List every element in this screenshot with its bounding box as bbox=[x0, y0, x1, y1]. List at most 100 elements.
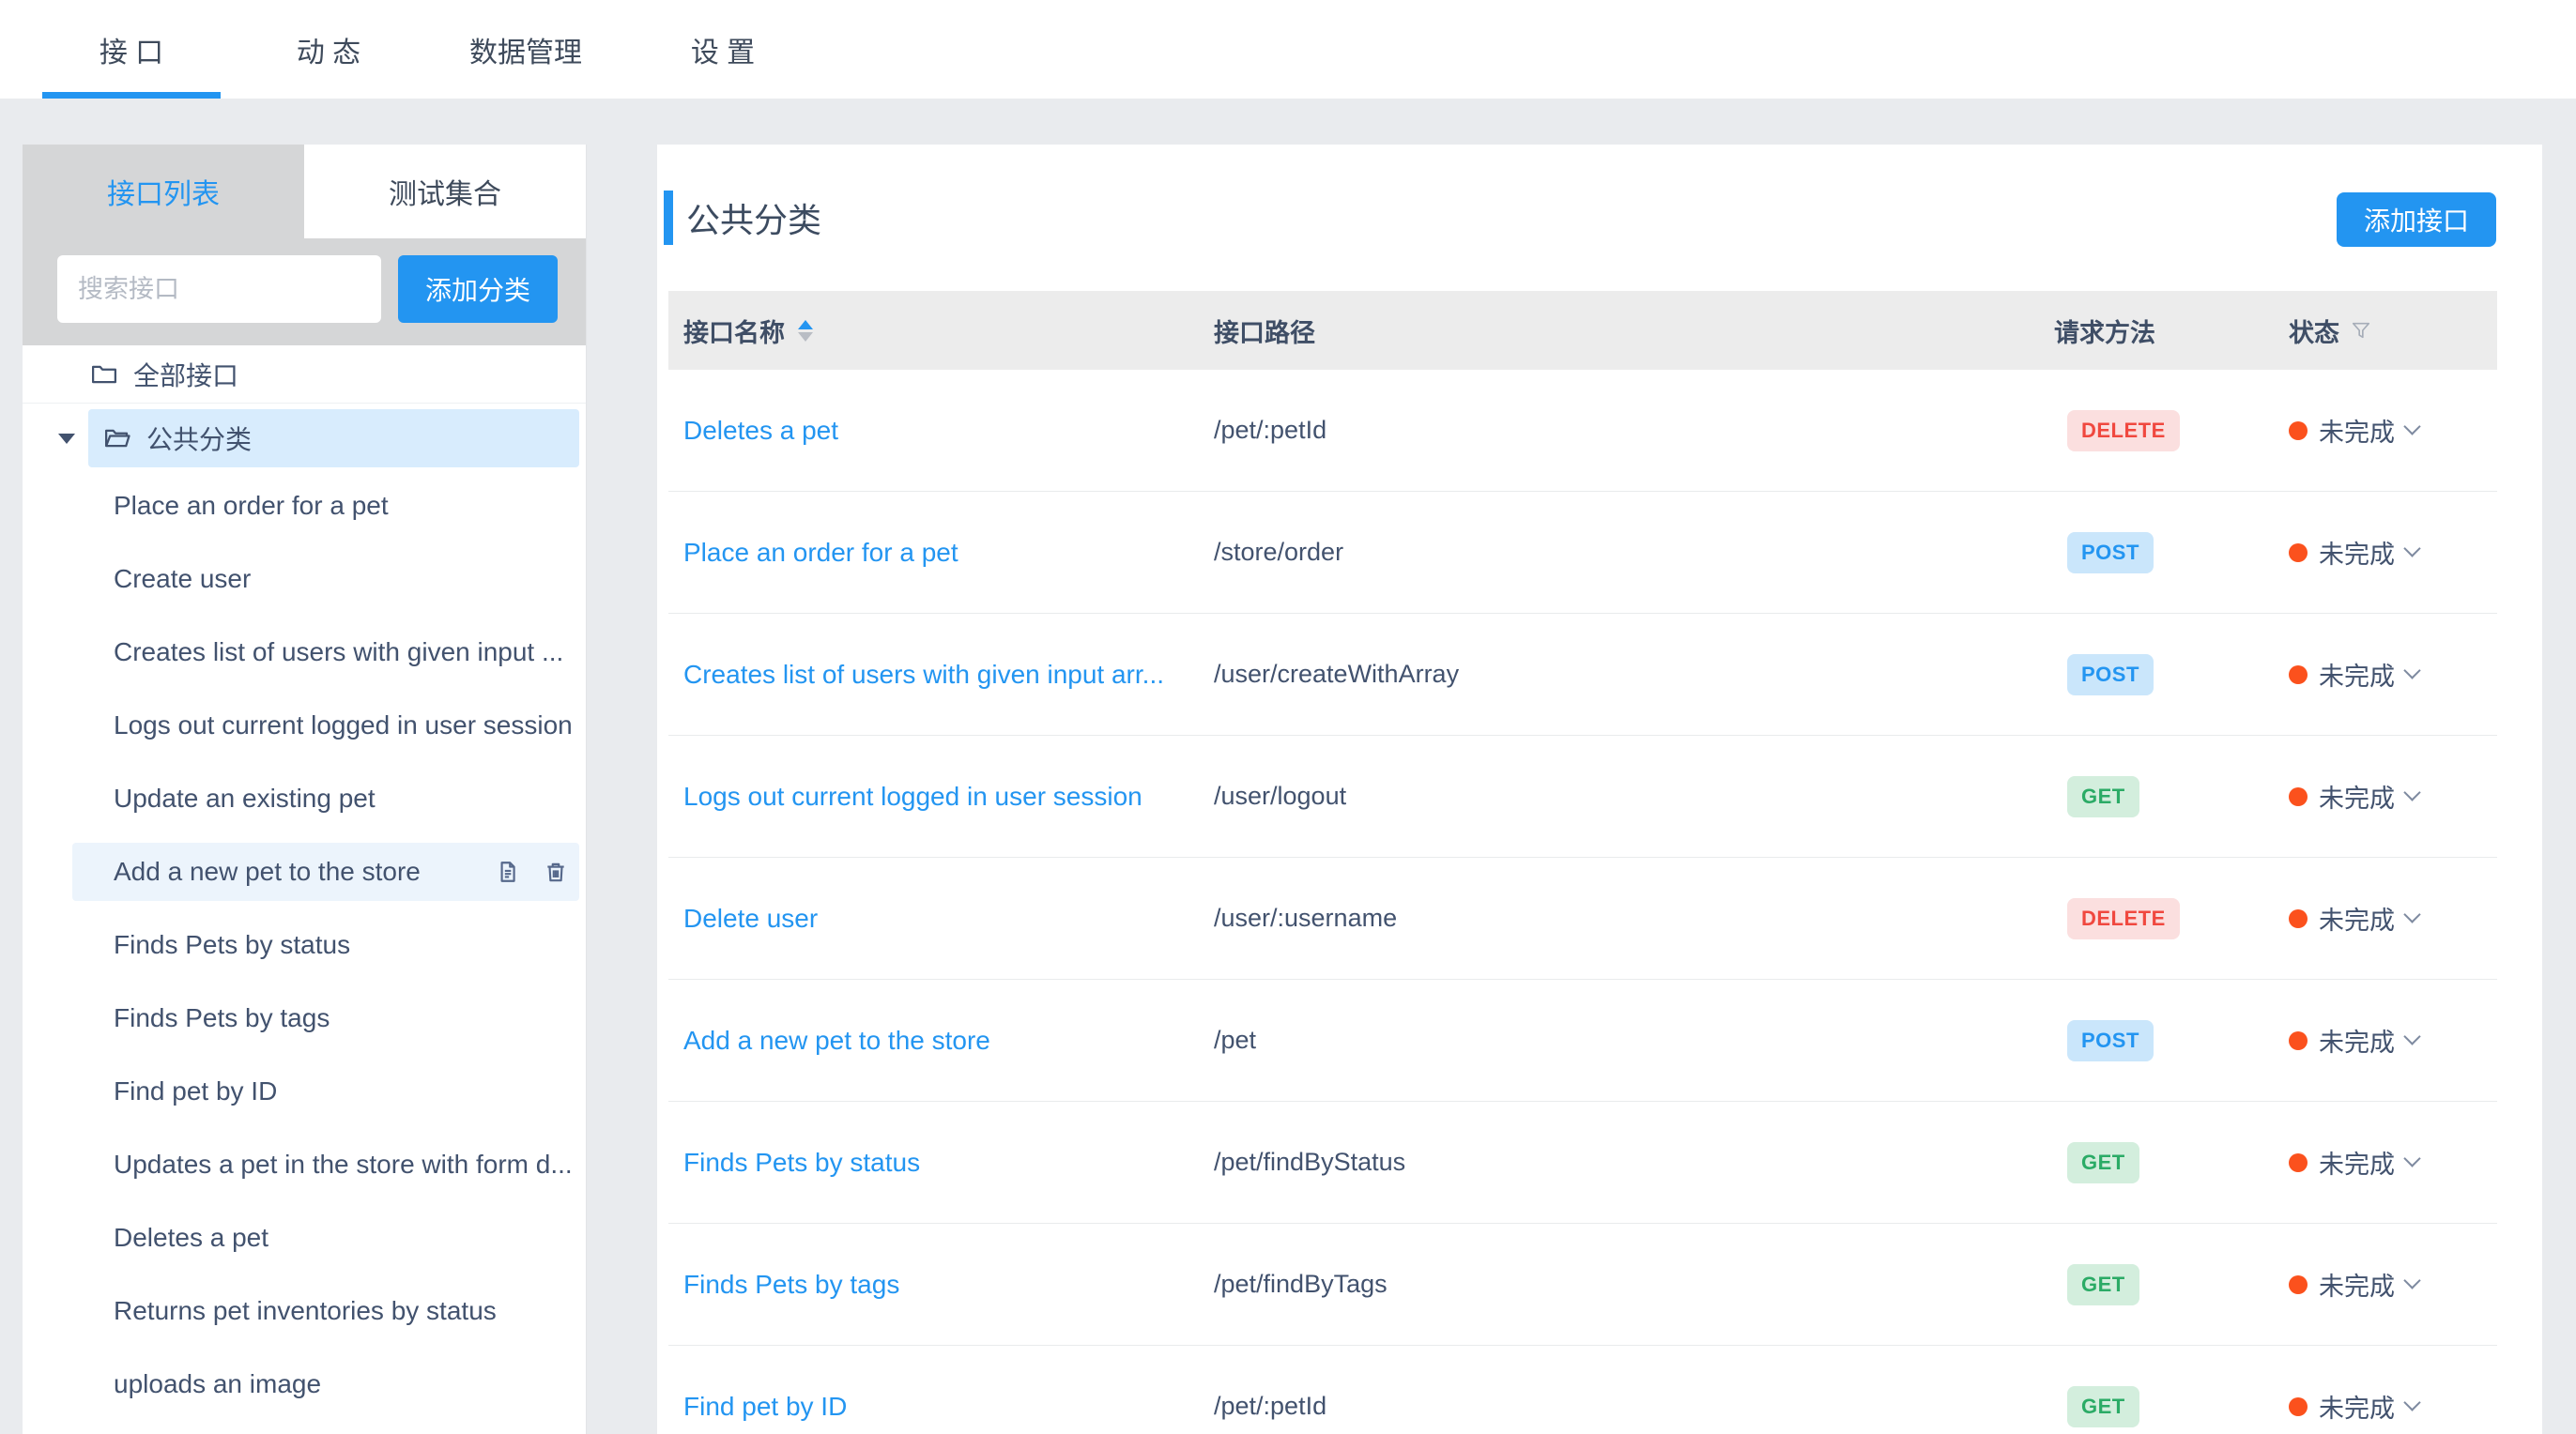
interface-name-link[interactable]: Deletes a pet bbox=[683, 416, 838, 446]
interface-sidebar: 接口列表 测试集合 添加分类 全部接口 公 bbox=[23, 145, 587, 1434]
status-dropdown[interactable]: 未完成 bbox=[2274, 1266, 2497, 1303]
interface-name-link[interactable]: Place an order for a pet bbox=[683, 538, 958, 568]
interface-name-link[interactable]: Finds Pets by status bbox=[683, 1148, 920, 1178]
interface-leaf-list: Place an order for a pet Create use bbox=[23, 469, 586, 1421]
interface-name-link[interactable]: Delete user bbox=[683, 904, 818, 934]
status-dropdown[interactable]: 未完成 bbox=[2274, 778, 2497, 815]
sidebar-interface-item[interactable]: Find pet by ID bbox=[23, 1055, 586, 1128]
nav-tab-activity[interactable]: 动 态 bbox=[230, 0, 427, 99]
nav-tab-settings[interactable]: 设 置 bbox=[624, 0, 821, 99]
sidebar-interface-item[interactable]: Finds Pets by status bbox=[23, 908, 586, 982]
tree-item-all-interfaces[interactable]: 全部接口 bbox=[23, 345, 586, 404]
column-header-name[interactable]: 接口名称 bbox=[668, 313, 1199, 349]
table-row: Finds Pets by tags /pet/findByTags GET 未… bbox=[668, 1224, 2497, 1346]
chevron-down-icon bbox=[2403, 662, 2420, 679]
chevron-down-icon bbox=[2403, 906, 2420, 923]
tab-interface-list[interactable]: 接口列表 bbox=[23, 145, 304, 238]
status-label: 未完成 bbox=[2319, 778, 2395, 815]
interface-name-link[interactable]: Add a new pet to the store bbox=[683, 1026, 990, 1056]
sort-icon[interactable] bbox=[798, 320, 813, 342]
caret-down-icon[interactable] bbox=[58, 434, 75, 444]
search-input[interactable] bbox=[57, 255, 381, 323]
sidebar-interface-item[interactable]: Add a new pet to the store bbox=[23, 835, 586, 908]
tree-item-category-public[interactable]: 公共分类 bbox=[23, 407, 586, 469]
sidebar-interface-item[interactable]: Create user bbox=[23, 542, 586, 616]
sort-descending-icon[interactable] bbox=[798, 332, 813, 342]
table-body: Deletes a pet /pet/:petId DELETE 未完成 Pla… bbox=[668, 370, 2497, 1434]
chevron-down-icon bbox=[2403, 540, 2420, 557]
column-header-method: 请求方法 bbox=[2039, 313, 2274, 349]
chevron-down-icon bbox=[2403, 1394, 2420, 1411]
status-dot-icon bbox=[2289, 1031, 2308, 1050]
sidebar-interface-item[interactable]: Finds Pets by tags bbox=[23, 982, 586, 1055]
interface-item-label: Create user bbox=[114, 564, 251, 594]
status-dropdown[interactable]: 未完成 bbox=[2274, 534, 2497, 571]
status-dot-icon bbox=[2289, 909, 2308, 928]
interface-path: /pet/:petId bbox=[1199, 1392, 2039, 1421]
method-badge: POST bbox=[2067, 1020, 2154, 1061]
status-label: 未完成 bbox=[2319, 1144, 2395, 1181]
status-label: 未完成 bbox=[2319, 534, 2395, 571]
interface-path: /pet bbox=[1199, 1026, 2039, 1055]
table-row: Delete user /user/:username DELETE 未完成 bbox=[668, 858, 2497, 980]
status-dropdown[interactable]: 未完成 bbox=[2274, 900, 2497, 937]
interface-item-label: Logs out current logged in user session bbox=[114, 710, 573, 740]
nav-tab-data-management[interactable]: 数据管理 bbox=[427, 0, 624, 99]
method-badge: GET bbox=[2067, 776, 2139, 817]
table-header: 接口名称 接口路径 请求方法 状态 bbox=[668, 291, 2497, 370]
interface-name-link[interactable]: Logs out current logged in user session bbox=[683, 782, 1142, 812]
folder-icon bbox=[90, 360, 118, 389]
sidebar-search-bar: 添加分类 bbox=[23, 238, 586, 345]
sidebar-interface-item[interactable]: Place an order for a pet bbox=[23, 469, 586, 542]
status-dropdown[interactable]: 未完成 bbox=[2274, 1022, 2497, 1059]
chevron-down-icon bbox=[2403, 1150, 2420, 1167]
tab-test-collection[interactable]: 测试集合 bbox=[304, 145, 586, 238]
interface-item-label: Deletes a pet bbox=[114, 1223, 268, 1253]
sidebar-interface-item[interactable]: Logs out current logged in user session bbox=[23, 689, 586, 762]
interface-path: /user/:username bbox=[1199, 904, 2039, 933]
sidebar-interface-item[interactable]: Deletes a pet bbox=[23, 1201, 586, 1274]
interface-item-label: Place an order for a pet bbox=[114, 491, 389, 521]
tree-item-label: 公共分类 bbox=[146, 420, 252, 457]
page-title-text: 公共分类 bbox=[686, 193, 821, 242]
status-label: 未完成 bbox=[2319, 900, 2395, 937]
trash-icon[interactable] bbox=[544, 859, 568, 885]
sidebar-interface-item[interactable]: Returns pet inventories by status bbox=[23, 1274, 586, 1348]
status-dot-icon bbox=[2289, 1397, 2308, 1416]
status-dropdown[interactable]: 未完成 bbox=[2274, 1144, 2497, 1181]
sidebar-interface-item[interactable]: Creates list of users with given input .… bbox=[23, 616, 586, 689]
copy-icon[interactable] bbox=[495, 859, 519, 885]
status-dropdown[interactable]: 未完成 bbox=[2274, 656, 2497, 693]
sidebar-interface-item[interactable]: Updates a pet in the store with form d..… bbox=[23, 1128, 586, 1201]
column-header-label: 状态 bbox=[2289, 313, 2339, 349]
status-dot-icon bbox=[2289, 665, 2308, 684]
method-badge: DELETE bbox=[2067, 410, 2180, 451]
method-badge: DELETE bbox=[2067, 898, 2180, 939]
nav-tab-interface[interactable]: 接 口 bbox=[33, 0, 230, 99]
status-dropdown[interactable]: 未完成 bbox=[2274, 412, 2497, 449]
interface-name-link[interactable]: Creates list of users with given input a… bbox=[683, 660, 1164, 690]
column-header-label: 接口名称 bbox=[683, 313, 785, 349]
interface-path: /user/logout bbox=[1199, 782, 2039, 811]
interface-name-link[interactable]: Find pet by ID bbox=[683, 1392, 847, 1422]
table-row: Finds Pets by status /pet/findByStatus G… bbox=[668, 1102, 2497, 1224]
method-badge: GET bbox=[2067, 1264, 2139, 1305]
sidebar-interface-item[interactable]: uploads an image bbox=[23, 1348, 586, 1421]
add-category-button[interactable]: 添加分类 bbox=[398, 255, 558, 323]
interface-item-label: Returns pet inventories by status bbox=[114, 1296, 497, 1326]
status-label: 未完成 bbox=[2319, 656, 2395, 693]
column-header-path: 接口路径 bbox=[1199, 313, 2039, 349]
filter-icon[interactable] bbox=[2351, 320, 2371, 341]
table-row: Find pet by ID /pet/:petId GET 未完成 bbox=[668, 1346, 2497, 1434]
add-interface-button[interactable]: 添加接口 bbox=[2337, 192, 2496, 247]
interface-item-label: Find pet by ID bbox=[114, 1076, 277, 1106]
page-title: 公共分类 bbox=[664, 191, 821, 245]
interface-item-label: Finds Pets by status bbox=[114, 930, 350, 960]
interface-path: /pet/findByTags bbox=[1199, 1270, 2039, 1299]
category-highlight[interactable]: 公共分类 bbox=[88, 409, 579, 467]
sidebar-interface-item[interactable]: Update an existing pet bbox=[23, 762, 586, 835]
sort-ascending-icon[interactable] bbox=[798, 320, 813, 329]
status-dropdown[interactable]: 未完成 bbox=[2274, 1388, 2497, 1425]
column-header-status: 状态 bbox=[2274, 313, 2497, 349]
interface-name-link[interactable]: Finds Pets by tags bbox=[683, 1270, 899, 1300]
